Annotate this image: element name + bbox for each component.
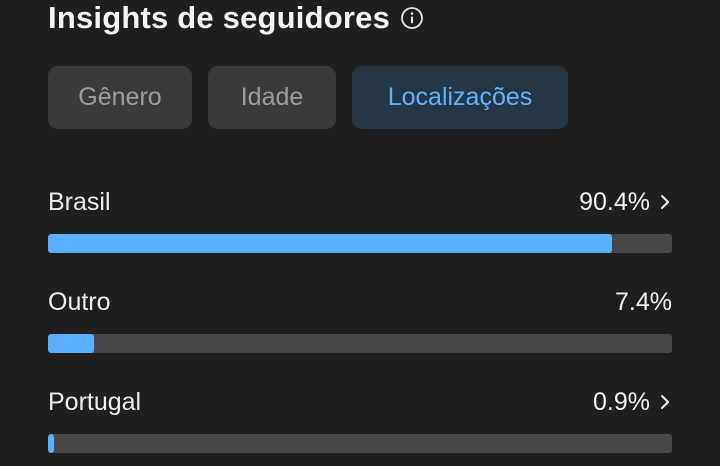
- progress-fill: [48, 434, 54, 453]
- tab-bar: Gênero Idade Localizações: [48, 66, 568, 129]
- tab-locations[interactable]: Localizações: [352, 66, 568, 129]
- progress-fill: [48, 334, 95, 353]
- tab-gender[interactable]: Gênero: [48, 66, 192, 129]
- chevron-right-icon[interactable]: [658, 393, 672, 411]
- location-name: Portugal: [48, 387, 142, 416]
- location-row-portugal[interactable]: Portugal 0.9%: [48, 386, 672, 453]
- location-name: Outro: [48, 287, 111, 316]
- info-icon[interactable]: [400, 6, 424, 30]
- followers-insights-panel: Insights de seguidores Gênero Idade Loca…: [0, 0, 720, 466]
- progress-track: [48, 434, 672, 453]
- page-title: Insights de seguidores: [48, 0, 391, 35]
- location-percent: 90.4%: [579, 187, 650, 216]
- header: Insights de seguidores: [48, 0, 424, 36]
- progress-track: [48, 334, 672, 353]
- progress-track: [48, 234, 672, 253]
- location-name: Brasil: [48, 187, 111, 216]
- location-percent: 7.4%: [615, 287, 672, 316]
- chevron-right-icon[interactable]: [658, 193, 672, 211]
- location-percent: 0.9%: [593, 387, 650, 416]
- progress-fill: [48, 234, 613, 253]
- tab-age[interactable]: Idade: [208, 66, 336, 129]
- location-row-brasil[interactable]: Brasil 90.4%: [48, 186, 672, 253]
- location-row-outro: Outro 7.4%: [48, 286, 672, 353]
